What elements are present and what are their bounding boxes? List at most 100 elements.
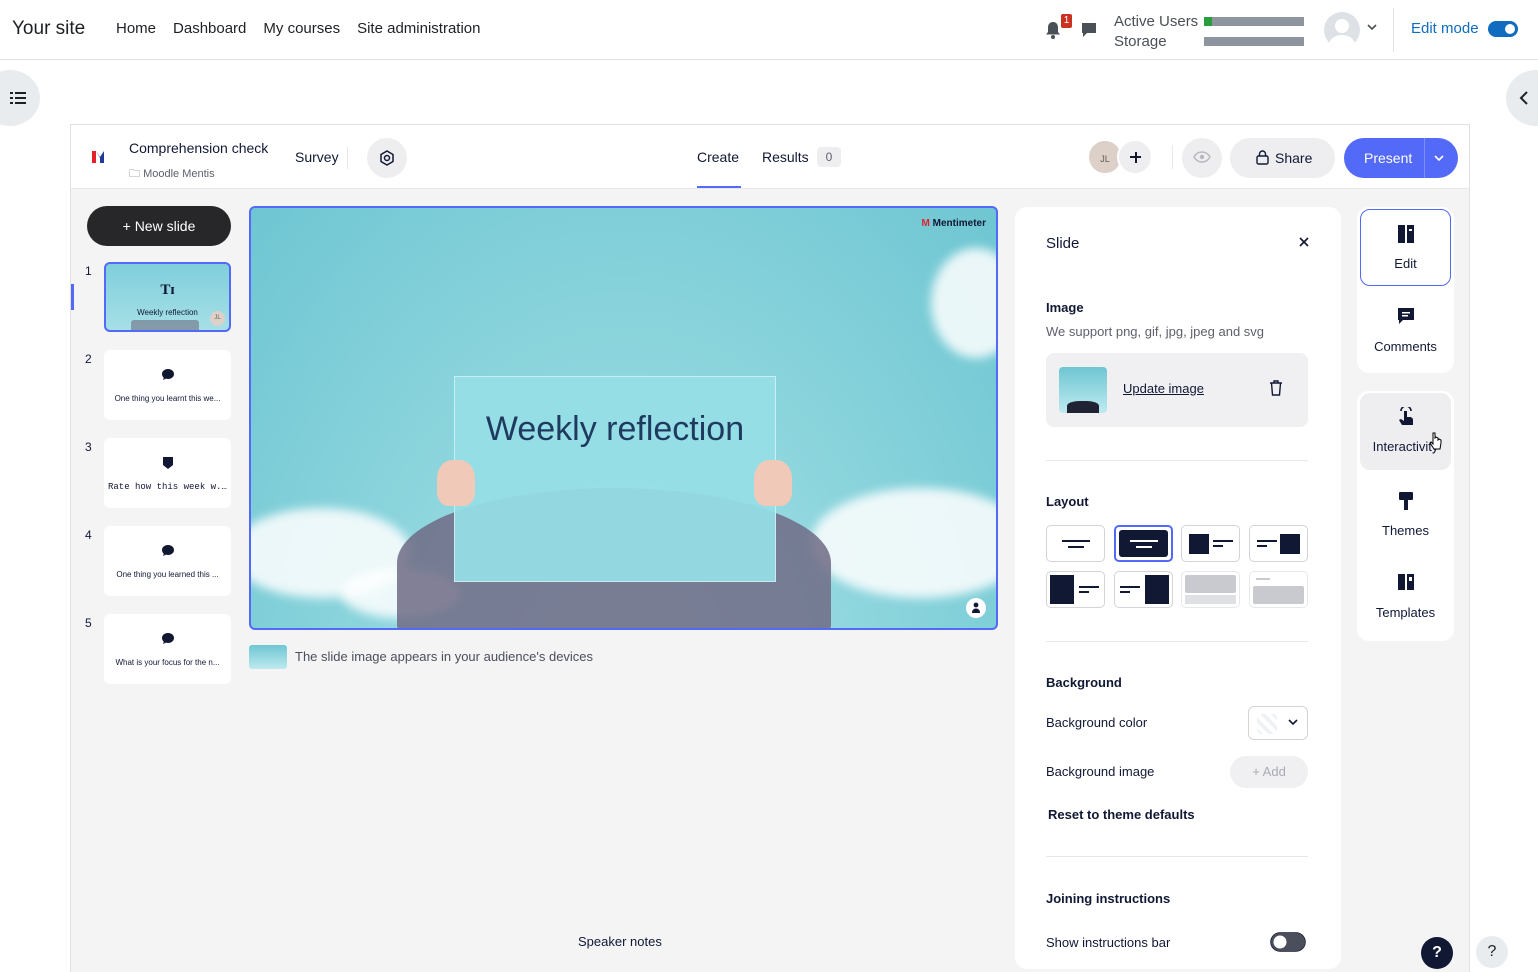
mentimeter-logo-icon[interactable] — [91, 149, 107, 165]
rail-group-design: Interactivity Themes Templates — [1357, 391, 1454, 641]
tap-hand-icon — [1360, 405, 1451, 430]
image-thumbnail — [1059, 367, 1107, 413]
slide-list-item[interactable]: 2 One thing you learnt this we... — [81, 350, 231, 422]
speech-bubble-icon — [104, 368, 231, 386]
layout-option-image-right-full[interactable] — [1114, 571, 1173, 608]
close-icon[interactable] — [1298, 236, 1310, 248]
slide-canvas[interactable]: Weekly reflection M Mentimeter — [249, 206, 998, 630]
edit-mode-toggle[interactable] — [1488, 21, 1518, 37]
layout-option-center[interactable] — [1046, 525, 1105, 562]
text-icon: Tɪ — [160, 282, 175, 298]
rail-comments-label: Comments — [1374, 339, 1437, 354]
layout-option-image-right[interactable] — [1249, 525, 1308, 562]
show-instructions-bar-toggle[interactable] — [1270, 932, 1306, 952]
slide-heading[interactable]: Weekly reflection — [454, 410, 776, 449]
section-divider — [1046, 460, 1308, 461]
slide-thumbnail-text: Weekly reflection — [137, 308, 198, 317]
slide-settings-panel: Slide Image We support png, gif, jpg, jp… — [1015, 207, 1341, 969]
rail-themes-button[interactable]: Themes — [1360, 477, 1451, 554]
present-button[interactable]: Present — [1344, 138, 1458, 178]
layout-option-disabled[interactable] — [1181, 571, 1240, 608]
section-divider — [1046, 856, 1308, 857]
thumb-avatar: JL — [210, 311, 225, 326]
notification-count-badge: 1 — [1061, 14, 1072, 28]
layout-option-disabled[interactable] — [1249, 571, 1308, 608]
slide-thumbnail[interactable]: One thing you learnt this we... — [104, 350, 231, 420]
add-collaborator-button[interactable] — [1117, 139, 1153, 175]
slide-list-item[interactable]: 1 Tɪ Weekly reflection JL — [81, 262, 231, 334]
mouse-cursor-icon — [1429, 432, 1442, 450]
tab-create[interactable]: Create — [697, 149, 739, 165]
slide-number: 5 — [85, 616, 92, 630]
share-label: Share — [1275, 150, 1313, 166]
background-color-select[interactable] — [1248, 706, 1308, 740]
slide-thumbnail[interactable]: Tɪ Weekly reflection JL — [104, 262, 231, 332]
chevron-down-icon[interactable] — [1433, 153, 1445, 163]
slide-thumbnail[interactable]: What is your focus for the n... — [104, 614, 231, 684]
lock-icon — [1256, 150, 1269, 165]
edit-mode-label: Edit mode — [1411, 20, 1479, 37]
active-users-bar — [1204, 17, 1304, 26]
layout-option-image-left[interactable] — [1181, 525, 1240, 562]
preview-button[interactable] — [1182, 138, 1222, 178]
comment-icon — [1360, 307, 1451, 328]
speaker-notes-button[interactable]: Speaker notes — [578, 934, 662, 949]
speech-bubble-icon — [104, 544, 231, 562]
joining-instructions-heading: Joining instructions — [1046, 891, 1171, 906]
chat-icon[interactable] — [1081, 22, 1097, 38]
rail-group-edit: Edit Comments — [1357, 207, 1454, 373]
layout-option-image-left-full[interactable] — [1046, 571, 1105, 608]
folder-breadcrumb[interactable]: 🗀 Moodle Mentis — [129, 165, 215, 184]
rail-comments-button[interactable]: Comments — [1360, 293, 1451, 370]
background-color-label: Background color — [1046, 715, 1148, 730]
slide-thumbnail[interactable]: Rate how this week w... — [104, 438, 231, 508]
storage-bar — [1204, 37, 1304, 46]
nav-site-administration[interactable]: Site administration — [357, 20, 480, 37]
user-avatar[interactable] — [1324, 12, 1360, 48]
rail-edit-label: Edit — [1394, 256, 1417, 271]
add-background-image-button[interactable]: + Add — [1230, 756, 1308, 788]
slide-list-item[interactable]: 4 One thing you learned this ... — [81, 526, 231, 598]
rail-edit-button[interactable]: Edit — [1360, 209, 1451, 286]
right-hand — [754, 460, 792, 506]
slide-list-item[interactable]: 3 Rate how this week w... — [81, 438, 231, 510]
selected-slide-indicator — [71, 284, 74, 310]
storage-label: Storage — [1114, 33, 1167, 50]
slide-thumbnail-text: One thing you learnt this we... — [114, 394, 221, 403]
slide-thumbnail-text: What is your focus for the n... — [115, 658, 220, 667]
chevron-down-icon[interactable] — [1367, 23, 1377, 31]
watermark-text: Mentimeter — [932, 218, 986, 229]
slide-thumbnail-text: One thing you learned this ... — [116, 570, 219, 579]
share-button[interactable]: Share — [1230, 138, 1335, 178]
slide-list-item[interactable]: 5 What is your focus for the n... — [81, 614, 231, 686]
slide-thumbnail[interactable]: One thing you learned this ... — [104, 526, 231, 596]
nav-dashboard[interactable]: Dashboard — [173, 20, 246, 37]
nav-home[interactable]: Home — [116, 20, 156, 37]
thumb-figure — [131, 320, 199, 330]
presentation-type-label[interactable]: Survey — [287, 147, 348, 169]
block-drawer-button[interactable] — [1506, 70, 1538, 126]
nav-my-courses[interactable]: My courses — [263, 20, 340, 37]
update-image-link[interactable]: Update image — [1123, 381, 1204, 396]
slide-number: 2 — [85, 352, 92, 366]
mentimeter-help-button[interactable]: ? — [1421, 937, 1453, 969]
mentimeter-editor: Comprehension check 🗀 Moodle Mentis Surv… — [70, 124, 1470, 972]
new-slide-button[interactable]: + New slide — [87, 206, 231, 246]
rail-templates-button[interactable]: Templates — [1360, 559, 1451, 636]
settings-button[interactable] — [367, 138, 407, 178]
show-instructions-bar-label: Show instructions bar — [1046, 935, 1171, 950]
trash-icon[interactable] — [1269, 380, 1283, 396]
person-icon — [972, 602, 980, 613]
left-hand — [437, 460, 475, 506]
layout-option-image-background[interactable] — [1114, 525, 1173, 562]
usage-labels: Active Users Storage — [1114, 12, 1198, 52]
bell-icon[interactable] — [1045, 21, 1061, 39]
cloud-shape — [931, 248, 996, 358]
reset-theme-defaults-button[interactable]: Reset to theme defaults — [1048, 807, 1195, 822]
course-index-drawer-button[interactable] — [0, 70, 40, 126]
presentation-title[interactable]: Comprehension check — [129, 140, 268, 156]
site-name[interactable]: Your site — [12, 18, 85, 40]
moodle-help-button[interactable]: ? — [1476, 936, 1508, 968]
tab-results[interactable]: Results — [762, 149, 809, 165]
mentimeter-watermark: M Mentimeter — [921, 218, 986, 229]
